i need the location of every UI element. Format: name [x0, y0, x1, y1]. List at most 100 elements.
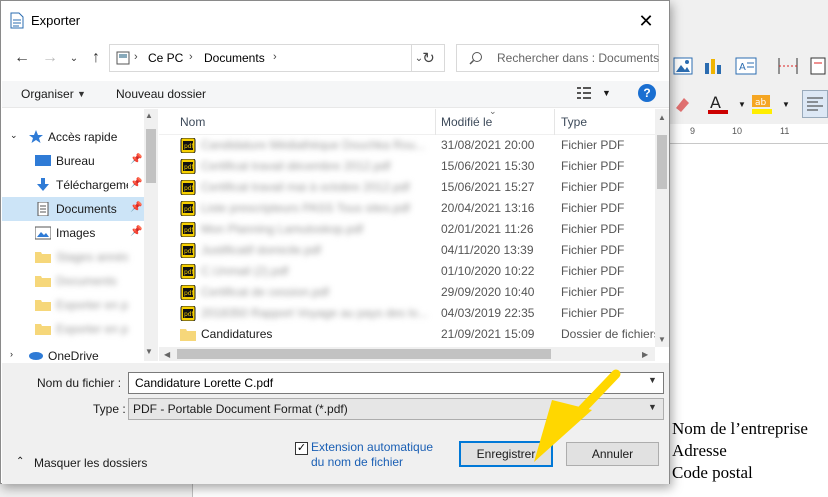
file-type-select[interactable]: PDF - Portable Document Format (*.pdf) [128, 398, 664, 420]
column-divider[interactable] [554, 109, 555, 135]
column-divider[interactable] [435, 109, 436, 135]
file-row[interactable]: pdf Candidature Médiathèque Douchka Rou..… [159, 135, 655, 156]
caret-down-icon: ▼ [77, 89, 86, 99]
file-modified: 29/09/2020 10:40 [441, 285, 535, 299]
file-type: Fichier PDF [561, 180, 625, 194]
clear-format-icon[interactable] [670, 92, 694, 116]
insert-page-break-icon[interactable] [776, 54, 800, 78]
nav-item-folder[interactable]: Documents [2, 269, 144, 293]
nav-item-folder[interactable]: Exporter en pdf [2, 293, 144, 317]
nav-pane-scroll-thumb[interactable] [146, 129, 156, 183]
organize-button[interactable]: Organiser [21, 87, 74, 101]
forward-button[interactable]: → [39, 47, 61, 69]
pdf-icon: pdf [180, 179, 196, 196]
column-header-name[interactable]: Nom [180, 115, 205, 129]
recent-locations-button[interactable]: ⌄ [63, 47, 85, 69]
highlight-color-icon[interactable]: ab [750, 92, 774, 116]
filename-label: Nom du fichier : [37, 376, 122, 390]
file-row[interactable]: pdf Mon Planning Lamutoskop.pdf 02/01/2021… [159, 219, 655, 240]
file-name: Certificat de cession.pdf [201, 285, 330, 299]
address-bar[interactable]: › Ce PC › Documents › ⌄ [109, 44, 445, 72]
scroll-up-icon[interactable]: ▲ [658, 113, 666, 122]
breadcrumb-separator-icon: › [273, 51, 277, 63]
column-header-type[interactable]: Type [561, 115, 587, 129]
chevron-down-icon[interactable]: ▼ [648, 402, 657, 412]
search-input[interactable]: Rechercher dans : Documents [456, 44, 659, 72]
nav-item-downloads[interactable]: Téléchargements 📌 [2, 173, 144, 197]
arrow-up-icon: ↑ [92, 49, 100, 66]
column-header-modified[interactable]: Modifié le [441, 115, 492, 129]
nav-item-images[interactable]: Images 📌 [2, 221, 144, 245]
file-name: Candidature Médiathèque Douchka Rou... [201, 138, 426, 152]
arrow-right-icon: → [42, 49, 58, 66]
scroll-down-icon[interactable]: ▼ [658, 335, 666, 344]
file-name: 2018350 Rapport Voyage au pays des lo... [201, 306, 428, 320]
nav-item-folder[interactable]: Exporter en pdf [2, 317, 144, 341]
file-row[interactable]: Candidatures 21/09/2021 15:09 Dossier de f… [159, 324, 655, 345]
insert-image-icon[interactable] [671, 54, 695, 78]
file-list-vertical-scroll-thumb[interactable] [657, 135, 667, 189]
file-row[interactable]: pdf C.Unmail (2).pdf 01/10/2020 10:22 Fichi… [159, 261, 655, 282]
dialog-titlebar: Exporter ✕ [1, 1, 669, 41]
file-row[interactable]: pdf Certificat travail mai à octobre 2012… [159, 177, 655, 198]
help-button[interactable]: ? [638, 84, 656, 102]
nav-item-onedrive[interactable]: › OneDrive [2, 349, 144, 361]
font-color-icon[interactable]: A [706, 92, 730, 116]
breadcrumb-separator-icon: › [134, 51, 138, 63]
nav-item-folder[interactable]: Stages annés [2, 245, 144, 269]
highlight-dropdown-icon[interactable]: ▼ [774, 92, 798, 116]
scroll-up-icon[interactable]: ▲ [145, 111, 153, 120]
new-folder-button[interactable]: Nouveau dossier [116, 87, 206, 101]
auto-extension-label[interactable]: Extension automatique du nom de fichier [311, 440, 433, 470]
file-row[interactable]: pdf Justificatif domicile.pdf 04/11/2020 1… [159, 240, 655, 261]
background-toolbar-row-1: A [668, 48, 828, 84]
nav-item-label: Téléchargements [56, 178, 128, 192]
refresh-button[interactable]: ↻ [411, 45, 445, 71]
scroll-right-icon[interactable]: ▶ [642, 350, 648, 359]
view-options-icon[interactable] [576, 86, 592, 100]
caret-down-icon[interactable]: ▼ [602, 88, 611, 98]
document-icon [37, 202, 49, 216]
file-row[interactable]: pdf Certificat travail décembre 2012.pdf 1… [159, 156, 655, 177]
insert-field-icon[interactable] [806, 54, 828, 78]
file-type: Fichier PDF [561, 264, 625, 278]
file-row[interactable]: pdf Liste prescripteurs PASS Tous sites.p… [159, 198, 655, 219]
scroll-left-icon[interactable]: ◀ [164, 350, 170, 359]
auto-extension-checkbox[interactable]: ✓ [295, 442, 308, 455]
document-icon [10, 12, 24, 29]
document-address-block[interactable]: Nom de l’entreprise Adresse Code postal [672, 418, 808, 484]
up-button[interactable]: ↑ [85, 47, 107, 69]
save-button[interactable]: Enregistrer [459, 441, 553, 467]
scroll-down-icon[interactable]: ▼ [145, 347, 153, 356]
breadcrumb-documents[interactable]: Documents [204, 51, 265, 65]
background-toolbar-row-2: A ▼ ab ▼ [668, 88, 828, 122]
file-row[interactable]: pdf 2018350 Rapport Voyage au pays des lo… [159, 303, 655, 324]
filename-input[interactable] [128, 372, 664, 394]
chevron-down-icon[interactable]: ▼ [648, 375, 657, 385]
file-modified: 20/04/2021 13:16 [441, 201, 535, 215]
pin-icon: 📌 [130, 154, 143, 165]
file-list-horizontal-scroll-thumb[interactable] [177, 349, 551, 359]
file-modified: 31/08/2021 20:00 [441, 138, 535, 152]
align-left-icon[interactable] [802, 90, 828, 118]
close-button[interactable]: ✕ [623, 1, 669, 41]
refresh-icon: ↻ [422, 50, 435, 67]
file-row[interactable]: pdf Certificat de cession.pdf 29/09/2020 1… [159, 282, 655, 303]
insert-textbox-icon[interactable]: A [734, 54, 758, 78]
download-icon [37, 178, 49, 191]
file-modified: 04/03/2019 22:35 [441, 306, 535, 320]
chevron-up-icon: ⌃ [16, 456, 25, 467]
back-button[interactable]: ← [11, 47, 33, 69]
nav-item-desktop[interactable]: Bureau 📌 [2, 149, 144, 173]
nav-item-label: Stages annés [56, 250, 128, 264]
breadcrumb-this-pc[interactable]: Ce PC [148, 51, 183, 65]
file-type: Fichier PDF [561, 138, 625, 152]
nav-item-documents[interactable]: Documents 📌 [2, 197, 144, 221]
close-icon: ✕ [638, 10, 654, 31]
cancel-button[interactable]: Annuler [566, 442, 659, 466]
insert-chart-icon[interactable] [701, 54, 725, 78]
breadcrumb-separator-icon: › [189, 51, 193, 63]
nav-item-quick-access[interactable]: ⌄ Accès rapide [2, 125, 144, 149]
sort-caret-icon: ⌄ [489, 109, 497, 116]
pin-icon: 📌 [130, 202, 143, 213]
